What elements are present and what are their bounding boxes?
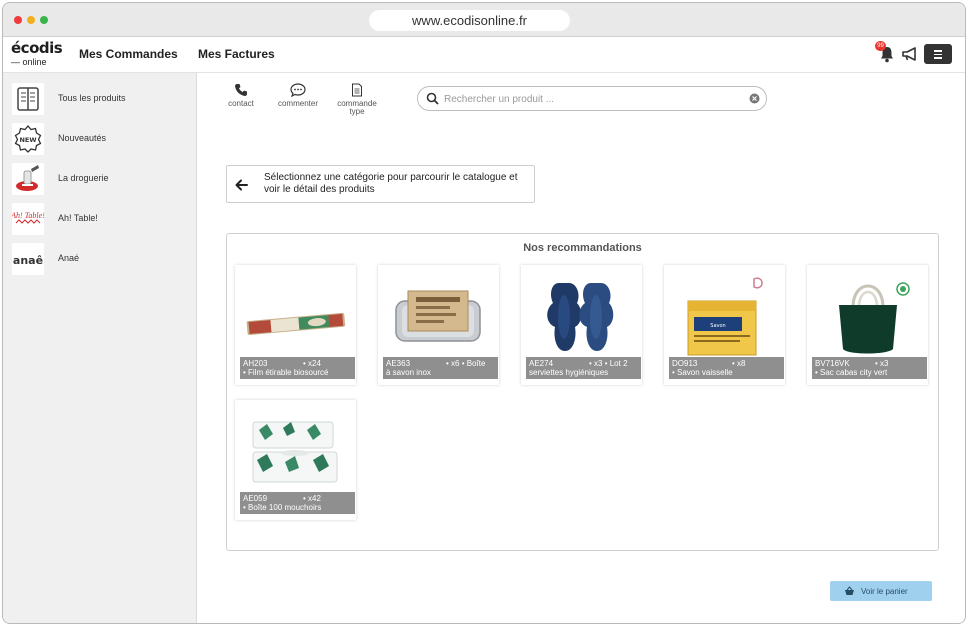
sidebar-item-anae[interactable]: anaê Anaé (3, 243, 197, 279)
product-reference: AE274 (529, 359, 554, 368)
product-caption: BV716VK • x3 • Sac cabas city vert (812, 357, 927, 379)
ecodis-logo[interactable]: écodis — online (11, 39, 63, 71)
clear-search-icon[interactable] (749, 93, 760, 104)
product-quantity: • x24 (303, 359, 321, 368)
product-reference: AE059 (243, 494, 268, 503)
sidebar-item-nouveautes[interactable]: NEW Nouveautés (3, 123, 197, 159)
product-name: • Film étirable biosourcé (243, 368, 329, 377)
sidebar-item-tous-les-produits[interactable]: Tous les produits (3, 83, 197, 119)
catalog-icon (12, 83, 44, 115)
product-name: • Boîte 100 mouchoirs (243, 503, 322, 512)
maximize-window-button[interactable] (40, 16, 48, 24)
contact-label: contact (228, 99, 254, 108)
app-header: écodis — online Mes Commandes Mes Factur… (3, 37, 965, 73)
sidebar-item-label: La droguerie (58, 173, 109, 183)
product-name: à savon inox (386, 368, 431, 377)
nav-mes-commandes[interactable]: Mes Commandes (79, 47, 178, 61)
megaphone-icon[interactable] (902, 47, 918, 61)
nav-mes-factures[interactable]: Mes Factures (198, 47, 275, 61)
product-quantity: • x3 (875, 359, 889, 368)
sidebar-item-label: Nouveautés (58, 133, 107, 143)
logo-text: écodis (11, 39, 63, 57)
product-caption: DO913 • x8 • Savon vaisselle (669, 357, 784, 379)
view-cart-button[interactable]: Voir le panier (830, 581, 932, 601)
category-sidebar: Tous les produits NEW Nouveautés La drog… (3, 73, 197, 623)
product-image (252, 421, 338, 483)
notification-badge: 99 (875, 41, 886, 51)
recommendations-panel: Nos recommandations AH203 • x24 • Film é… (226, 233, 939, 551)
product-reference: BV716VK (815, 359, 850, 368)
basket-icon (845, 586, 854, 595)
minimize-window-button[interactable] (27, 16, 35, 24)
product-name: • Sac cabas city vert (815, 368, 888, 377)
product-caption: AE274 • x3 • Lot 2 serviettes hygiéniques (526, 357, 641, 379)
close-window-button[interactable] (14, 16, 22, 24)
product-reference: AE363 (386, 359, 411, 368)
arrow-left-icon (235, 179, 248, 191)
product-caption: AE059 • x42 • Boîte 100 mouchoirs (240, 492, 355, 514)
address-bar[interactable]: www.ecodisonline.fr (369, 10, 570, 31)
svg-text:NEW: NEW (19, 136, 36, 144)
product-reference: DO913 (672, 359, 698, 368)
product-image (547, 283, 614, 351)
product-image (839, 282, 910, 354)
menu-line-icon (934, 57, 942, 59)
product-card[interactable]: AE274 • x3 • Lot 2 serviettes hygiéniques (521, 265, 642, 385)
search-icon[interactable] (426, 92, 439, 105)
order-template-button[interactable]: commande type (332, 83, 382, 116)
product-caption: AH203 • x24 • Film étirable biosourcé (240, 357, 355, 379)
contact-button[interactable]: contact (211, 83, 271, 108)
sidebar-item-ah-table[interactable]: Ah! Table! Ah! Table! (3, 203, 197, 239)
comment-button[interactable]: commenter (268, 83, 328, 108)
sidebar-item-label: Tous les produits (58, 93, 126, 103)
product-quantity: • x42 (303, 494, 321, 503)
recommendations-title: Nos recommandations (523, 242, 642, 254)
view-cart-label: Voir le panier (861, 587, 908, 596)
svg-text:anaê: anaê (13, 254, 43, 267)
product-name: serviettes hygiéniques (529, 368, 609, 377)
droguerie-icon (12, 163, 44, 195)
product-card[interactable]: AE363 • x6 • Boîte à savon inox (378, 265, 499, 385)
product-image (246, 312, 346, 335)
browse-catalog-hint[interactable]: Sélectionnez une catégorie pour parcouri… (226, 165, 535, 203)
document-icon (352, 83, 362, 97)
hamburger-menu-button[interactable] (924, 44, 952, 64)
product-search-bar (417, 86, 767, 111)
menu-line-icon (934, 50, 942, 52)
product-card[interactable]: BV716VK • x3 • Sac cabas city vert (807, 265, 928, 385)
product-card[interactable]: AH203 • x24 • Film étirable biosourcé (235, 265, 356, 385)
search-input[interactable] (444, 91, 734, 107)
hint-text: Sélectionnez une catégorie pour parcouri… (264, 172, 518, 195)
product-card[interactable]: AE059 • x42 • Boîte 100 mouchoirs (235, 400, 356, 520)
logo-subtext: — online (11, 57, 47, 67)
ah-table-logo: Ah! Table! (12, 203, 44, 235)
comment-bubble-icon (290, 83, 306, 97)
product-reference: AH203 (243, 359, 268, 368)
sidebar-item-la-droguerie[interactable]: La droguerie (3, 163, 197, 199)
product-quantity: • x3 • Lot 2 (589, 359, 628, 368)
product-card[interactable]: Savon DO913 • x8 • Savon vaisselle (664, 265, 785, 385)
product-name: • Savon vaisselle (672, 368, 733, 377)
sidebar-item-label: Ah! Table! (58, 213, 98, 223)
comment-label: commenter (277, 99, 318, 108)
product-image: Savon (687, 277, 763, 356)
new-badge-icon: NEW (12, 123, 44, 155)
browser-window: www.ecodisonline.fr écodis — online Mes … (2, 2, 966, 624)
svg-text:Savon: Savon (710, 323, 725, 329)
product-image (395, 290, 481, 342)
product-caption: AE363 • x6 • Boîte à savon inox (383, 357, 498, 379)
sidebar-item-label: Anaé (58, 253, 80, 263)
anae-logo: anaê (12, 243, 44, 275)
order-template-label: commande type (337, 99, 377, 116)
product-quantity: • x8 (732, 359, 746, 368)
main-content: contact commenter commande type Recherch… (198, 73, 965, 623)
menu-line-icon (934, 53, 942, 55)
phone-icon (235, 84, 247, 96)
svg-text:Ah! Table!: Ah! Table! (12, 211, 44, 220)
browser-titlebar: www.ecodisonline.fr (3, 3, 965, 37)
product-quantity: • x6 • Boîte (446, 359, 486, 368)
